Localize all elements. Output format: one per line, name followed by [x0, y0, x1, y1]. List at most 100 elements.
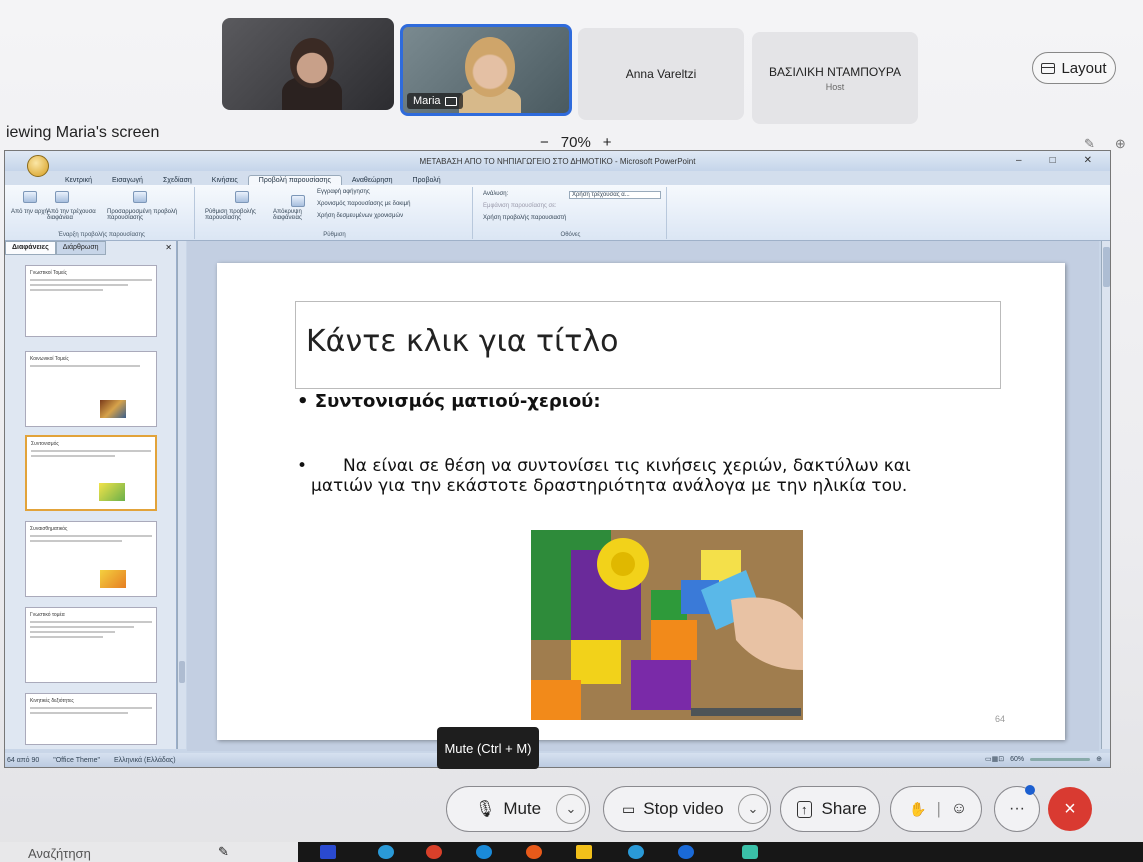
notification-dot — [1025, 785, 1035, 795]
from-current-label[interactable]: Από την τρέχουσα διαφάνεια — [47, 209, 97, 221]
fit-icon[interactable]: ⊕ — [1096, 755, 1102, 763]
slides-pane-scrollbar[interactable] — [177, 241, 186, 749]
fullscreen-icon[interactable]: ⊕ — [1115, 136, 1126, 152]
tab-insert[interactable]: Εισαγωγή — [102, 176, 153, 185]
reactions-group: ✋ | ☺ — [890, 786, 982, 832]
thumb-line — [30, 535, 152, 537]
participant-tile-1[interactable] — [222, 18, 394, 110]
video-options-chevron[interactable]: ⌄ — [738, 794, 768, 824]
minimize-icon[interactable]: – — [1016, 155, 1022, 166]
slide[interactable]: Κάντε κλικ για τίτλο • Συντονισμός ματιο… — [217, 263, 1065, 740]
slide-thumbnail[interactable]: Γνωστικοί Τομείς — [25, 265, 157, 337]
record-narration-label[interactable]: Εγγραφή αφήγησης — [317, 189, 370, 195]
show-on-label: Εμφάνιση παρουσίασης σε: — [483, 203, 557, 209]
mute-button[interactable]: Mute — [503, 799, 541, 819]
shared-screen[interactable]: ΜΕΤΑΒΑΣΗ ΑΠΟ ΤΟ ΝΗΠΙΑΓΩΓΕΙΟ ΣΤΟ ΔΗΜΟΤΙΚΟ… — [4, 150, 1111, 768]
mute-options-chevron[interactable]: ⌄ — [556, 794, 586, 824]
scroll-thumb[interactable] — [1103, 247, 1110, 287]
zoom-out-button[interactable]: − — [540, 134, 549, 151]
slides-pane-tabs: Διαφάνειες Διάρθρωση — [5, 241, 176, 255]
maximize-icon[interactable]: □ — [1050, 155, 1056, 166]
orange-lego — [651, 620, 697, 660]
file-explorer-icon[interactable] — [576, 845, 592, 859]
from-current-icon[interactable] — [55, 191, 69, 203]
taskbar-apps — [298, 842, 1143, 862]
participant-tile-maria[interactable]: Maria — [400, 24, 572, 116]
title-placeholder[interactable]: Κάντε κλικ για τίτλο — [295, 301, 1001, 389]
task-view-icon[interactable] — [320, 845, 336, 859]
toy-blocks-illustration — [531, 530, 803, 720]
webex-icon[interactable] — [742, 845, 758, 859]
pp-title-bar: ΜΕΤΑΒΑΣΗ ΑΠΟ ΤΟ ΝΗΠΙΑΓΩΓΕΙΟ ΣΤΟ ΔΗΜΟΤΙΚΟ… — [5, 151, 1110, 177]
slide-thumbnail-title: Συναισθηματικός — [30, 526, 68, 532]
photo-caption-bar — [691, 708, 801, 716]
tab-outline[interactable]: Διάρθρωση — [55, 241, 106, 255]
participant-tile-vasiliki[interactable]: ΒΑΣΙΛΙΚΗ ΝΤΑΜΠΟΥΡΑ Host — [752, 32, 918, 124]
slide-scrollbar[interactable] — [1101, 241, 1110, 749]
status-zoom[interactable]: 60% — [1010, 756, 1024, 763]
mail-icon[interactable] — [678, 845, 694, 859]
tab-design[interactable]: Σχεδίαση — [153, 176, 202, 185]
mute-button-group: 🎙 Mute ⌄ — [446, 786, 590, 832]
normal-view-icon[interactable]: ▭▦⊡ — [985, 755, 1004, 763]
slide-bullet-2[interactable]: • Να είναι σε θέση να συντονίσει τις κιν… — [297, 456, 1017, 496]
thumb-line — [30, 621, 152, 623]
hide-slide-icon[interactable] — [291, 195, 305, 207]
scroll-thumb[interactable] — [179, 661, 185, 683]
slide-thumbnail[interactable]: Κινητικές δεξιότητες — [25, 693, 157, 745]
layout-button-label: Layout — [1061, 59, 1107, 77]
ribbon-group-start-label: Έναρξη προβολής παρουσίασης — [58, 232, 145, 238]
slide-title: Κάντε κλικ για τίτλο — [306, 324, 619, 359]
slide-thumbnail[interactable]: Κοινωνικοί Τομείς — [25, 351, 157, 427]
tab-slides[interactable]: Διαφάνειες — [5, 241, 56, 255]
stop-video-button[interactable]: Stop video — [643, 799, 723, 819]
pane-close-icon[interactable]: ✕ — [165, 243, 172, 252]
from-beginning-icon[interactable] — [23, 191, 37, 203]
slide-thumbnail[interactable]: Συναισθηματικός — [25, 521, 157, 597]
taskbar-widget-icon[interactable]: ✎ — [218, 844, 229, 860]
ribbon-group-start: Από την αρχή Από την τρέχουσα διαφάνεια … — [9, 187, 195, 239]
setup-show-label[interactable]: Ρύθμιση προβολής παρουσίασης — [205, 209, 275, 221]
taskbar-search[interactable]: Αναζήτηση — [28, 846, 91, 861]
presenter-view-label[interactable]: Χρήση προβολής παρουσιαστή — [483, 215, 566, 221]
pp-ribbon: Από την αρχή Από την τρέχουσα διαφάνεια … — [5, 185, 1110, 241]
reactions-icon[interactable]: ☺ — [951, 800, 967, 818]
tab-slideshow[interactable]: Προβολή παρουσίασης — [247, 175, 342, 185]
app-icon[interactable] — [628, 845, 644, 859]
setup-show-icon[interactable] — [235, 191, 249, 203]
browser-icon[interactable] — [526, 845, 542, 859]
custom-show-label[interactable]: Προσαρμοσμένη προβολή παρουσίασης — [107, 209, 187, 221]
from-beginning-label[interactable]: Από την αρχή — [11, 209, 51, 215]
slide-bullet-2-line-1: Να είναι σε θέση να συντονίσει τις κινήσ… — [343, 456, 911, 476]
rehearse-timings-label[interactable]: Χρονισμός παρουσίασης με δοκιμή — [317, 201, 410, 207]
thumb-line — [30, 626, 134, 628]
bullet-dot: • — [297, 456, 308, 476]
zoom-slider[interactable] — [1030, 757, 1091, 761]
close-icon[interactable]: ✕ — [1084, 155, 1092, 166]
window-controls: – □ ✕ — [1016, 155, 1092, 166]
tab-review[interactable]: Αναθεώρηση — [342, 176, 403, 185]
tab-view[interactable]: Προβολή — [403, 176, 451, 185]
leave-meeting-button[interactable]: × — [1048, 787, 1092, 831]
use-timings-label[interactable]: Χρήση δεσμευμένων χρονισμών — [317, 213, 403, 219]
slide-thumbnail[interactable]: Γνωστικό τομέα — [25, 607, 157, 683]
resolution-select[interactable]: Χρήση τρέχουσας α... — [569, 191, 661, 199]
participant-tile-anna[interactable]: Anna Vareltzi — [578, 28, 744, 120]
hide-slide-label[interactable]: Απόκρυψη διαφάνειας — [273, 209, 317, 221]
tab-animations[interactable]: Κινήσεις — [202, 176, 248, 185]
slide-bullet-1[interactable]: • Συντονισμός ματιού-χεριού: — [297, 391, 601, 412]
layout-icon — [1041, 62, 1056, 74]
skype-icon[interactable] — [476, 845, 492, 859]
status-language[interactable]: Ελληνικά (Ελλάδας) — [114, 757, 176, 764]
slide-thumbnail-selected[interactable]: Συντονισμός — [25, 435, 157, 511]
chrome-icon[interactable] — [426, 845, 442, 859]
slides-pane: Διαφάνειες Διάρθρωση ✕ Γνωστικοί Τομείς … — [5, 241, 177, 749]
raise-hand-icon[interactable]: ✋ — [909, 801, 926, 818]
zoom-in-button[interactable]: + — [603, 134, 612, 151]
edge-icon[interactable] — [378, 845, 394, 859]
share-button[interactable]: ↑ Share — [780, 786, 880, 832]
custom-show-icon[interactable] — [133, 191, 147, 203]
tab-home[interactable]: Κεντρική — [55, 176, 102, 185]
pp-window-title: ΜΕΤΑΒΑΣΗ ΑΠΟ ΤΟ ΝΗΠΙΑΓΩΓΕΙΟ ΣΤΟ ΔΗΜΟΤΙΚΟ… — [419, 157, 696, 166]
layout-button[interactable]: Layout — [1032, 52, 1116, 84]
